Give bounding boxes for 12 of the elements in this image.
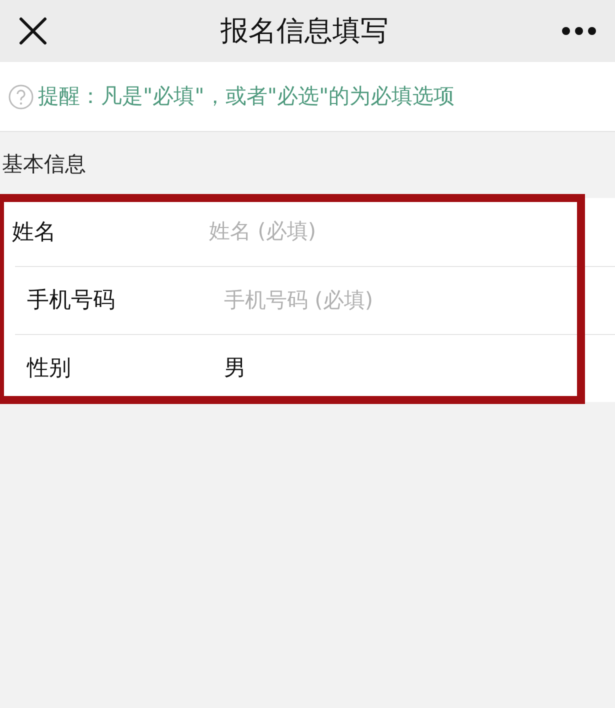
field-label: 性别	[27, 355, 72, 383]
field-label: 姓名	[12, 218, 57, 246]
input-field[interactable]: 手机号码 (必填)	[224, 284, 524, 316]
notice-text: 提醒：凡是"必填"，或者"必选"的为必填选项	[38, 82, 455, 110]
more-icon[interactable]	[561, 26, 597, 36]
page-title: 报名信息填写	[220, 13, 388, 49]
close-icon[interactable]	[18, 16, 48, 46]
question-icon	[8, 84, 34, 110]
section-title: 基本信息	[2, 151, 86, 178]
input-field[interactable]: 姓名 (必填)	[209, 216, 509, 248]
field-label: 手机号码	[27, 287, 116, 315]
select-field[interactable]: 男	[224, 352, 246, 385]
